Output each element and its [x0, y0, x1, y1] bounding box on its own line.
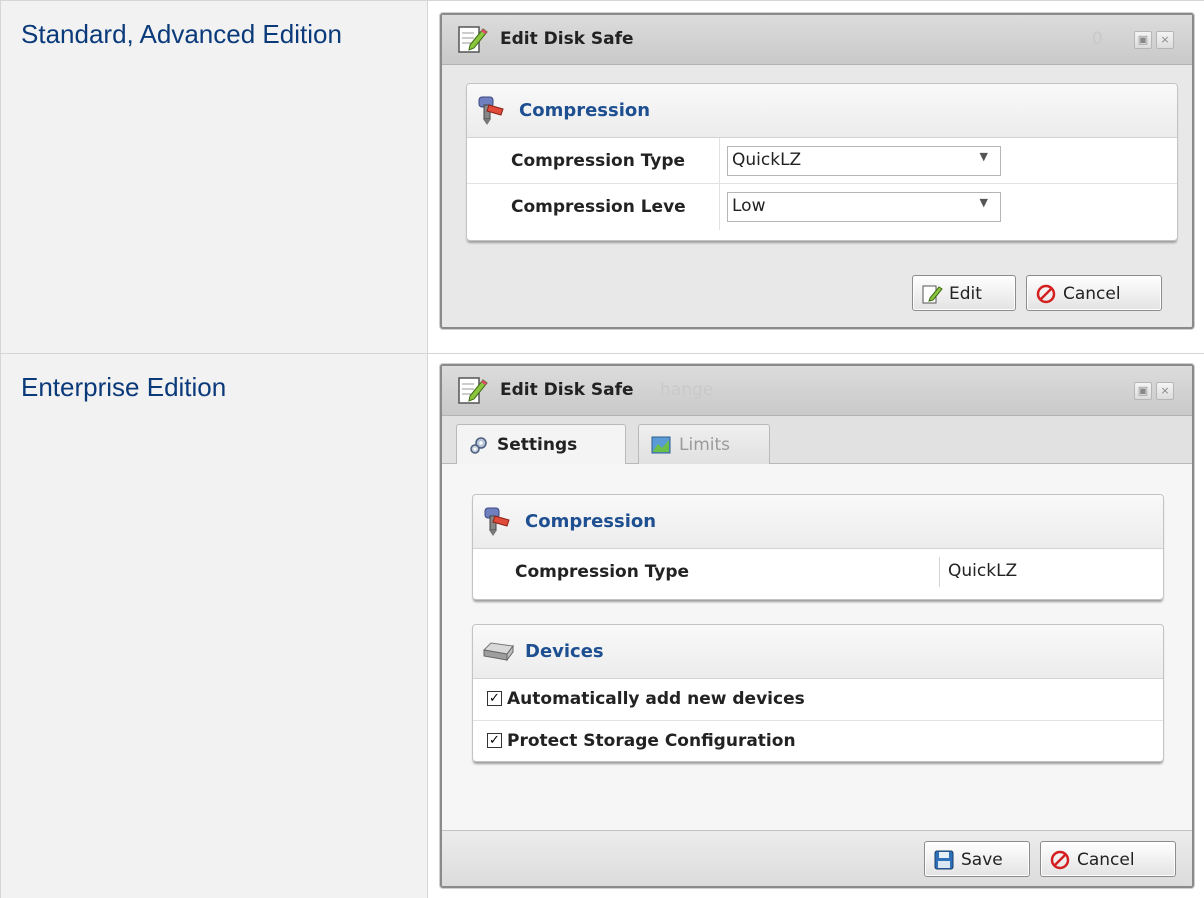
- auto-add-devices-label: Automatically add new devices: [507, 689, 805, 709]
- auto-add-devices-checkbox[interactable]: ✓: [487, 691, 502, 706]
- edition-row-standard: Standard, Advanced Edition Edit Disk Saf…: [0, 0, 1204, 354]
- compression-type-label: Compression Type: [515, 562, 690, 582]
- edit-disk-safe-dialog: Edit Disk Safe hange ▣ × Settings Limits…: [440, 364, 1194, 888]
- devices-panel-header: Devices: [473, 625, 1163, 679]
- close-button[interactable]: ×: [1156, 382, 1174, 400]
- edition-label: Standard, Advanced Edition: [0, 1, 428, 353]
- tab-content: Compression Compression Type QuickLZ Dev…: [442, 464, 1192, 832]
- cancel-button-label: Cancel: [1077, 850, 1135, 870]
- select-value: Low: [732, 196, 766, 216]
- maximize-button[interactable]: ▣: [1134, 31, 1152, 49]
- compression-title: Compression: [525, 511, 657, 532]
- dialog-title: Edit Disk Safe: [500, 29, 634, 49]
- checkbox-row: ✓ Protect Storage Configuration: [473, 721, 1163, 763]
- cancel-button[interactable]: Cancel: [1026, 275, 1162, 311]
- dialog-titlebar[interactable]: Edit Disk Safe hange ▣ ×: [442, 366, 1192, 416]
- save-button-label: Save: [961, 850, 1003, 870]
- compression-level-label: Compression Leve: [511, 197, 686, 217]
- limits-chart-icon: [651, 436, 671, 454]
- tab-strip: Settings Limits: [442, 416, 1192, 465]
- tab-limits[interactable]: Limits: [638, 424, 770, 465]
- maximize-button[interactable]: ▣: [1134, 382, 1152, 400]
- edit-note-icon: [458, 377, 488, 404]
- dialog-footer: Save Cancel: [442, 830, 1192, 886]
- devices-disk-icon: [482, 642, 514, 662]
- edit-button-label: Edit: [949, 284, 982, 304]
- edit-note-icon: [922, 285, 943, 304]
- screenshot-cell: Edit Disk Safe 0 ▣ × Compression Compres: [428, 1, 1204, 353]
- select-value: QuickLZ: [732, 150, 802, 170]
- tab-settings-label: Settings: [497, 435, 578, 455]
- devices-title: Devices: [525, 641, 604, 662]
- close-button[interactable]: ×: [1156, 31, 1174, 49]
- cancel-button[interactable]: Cancel: [1040, 841, 1176, 877]
- cancel-circle-icon: [1050, 850, 1070, 870]
- compression-type-select[interactable]: QuickLZ ▼: [727, 146, 1001, 176]
- ghost-title: hange: [660, 380, 714, 400]
- compression-type-label: Compression Type: [511, 151, 686, 171]
- checkbox-row: ✓ Automatically add new devices: [473, 679, 1163, 721]
- edition-label: Enterprise Edition: [0, 354, 428, 898]
- form-row: Compression Type QuickLZ: [473, 549, 1163, 595]
- compression-title: Compression: [519, 100, 651, 121]
- devices-panel: Devices ✓ Automatically add new devices …: [472, 624, 1164, 762]
- edit-disk-safe-dialog: Edit Disk Safe 0 ▣ × Compression Compres: [440, 13, 1194, 329]
- compression-panel-header: Compression: [473, 495, 1163, 549]
- protect-storage-checkbox[interactable]: ✓: [487, 733, 502, 748]
- save-floppy-icon: [934, 850, 954, 870]
- tab-limits-label: Limits: [679, 435, 730, 455]
- save-button[interactable]: Save: [924, 841, 1030, 877]
- ghost-text: 0: [1092, 29, 1103, 49]
- compression-type-value: QuickLZ: [939, 557, 1163, 587]
- dialog-title: Edit Disk Safe: [500, 380, 634, 400]
- dropdown-arrow-icon: ▼: [979, 196, 988, 209]
- compression-panel-header: Compression: [467, 84, 1177, 138]
- compression-level-select[interactable]: Low ▼: [727, 192, 1001, 222]
- edition-row-enterprise: Enterprise Edition Edit Disk Safe hange …: [0, 354, 1204, 898]
- form-row: Compression Leve Low ▼: [467, 184, 1177, 230]
- edit-button[interactable]: Edit: [912, 275, 1016, 311]
- dialog-titlebar[interactable]: Edit Disk Safe 0 ▣ ×: [442, 15, 1192, 65]
- compression-panel: Compression Compression Type QuickLZ ▼ C…: [466, 83, 1178, 241]
- cancel-button-label: Cancel: [1063, 284, 1121, 304]
- edit-note-icon: [458, 26, 488, 53]
- compression-icon: [478, 96, 504, 125]
- form-row: Compression Type QuickLZ ▼: [467, 138, 1177, 184]
- screenshot-cell: Edit Disk Safe hange ▣ × Settings Limits…: [428, 354, 1204, 898]
- cancel-circle-icon: [1036, 284, 1056, 304]
- tab-settings[interactable]: Settings: [456, 424, 626, 465]
- dropdown-arrow-icon: ▼: [979, 150, 988, 163]
- protect-storage-label: Protect Storage Configuration: [507, 731, 796, 751]
- settings-gears-icon: [470, 437, 487, 454]
- compression-icon: [484, 507, 510, 536]
- compression-panel: Compression Compression Type QuickLZ: [472, 494, 1164, 600]
